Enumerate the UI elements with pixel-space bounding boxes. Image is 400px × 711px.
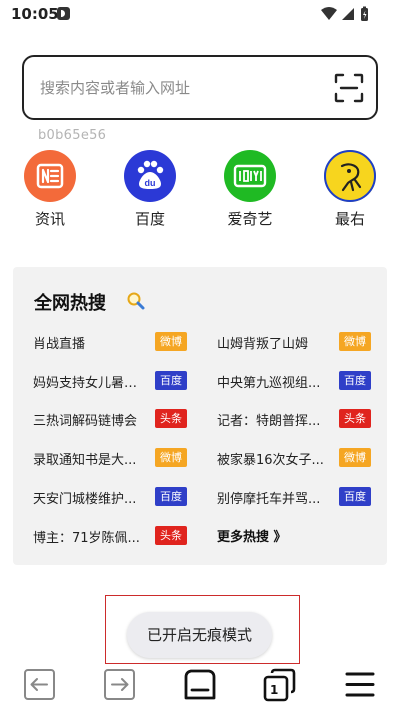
status-bar: 10:05 <box>0 0 400 30</box>
hot-item-text: 三热词解码链博会 <box>33 414 138 429</box>
tabs-icon <box>263 668 296 702</box>
notification-icon <box>57 7 70 20</box>
hot-item-text: 肖战直播 <box>33 337 86 352</box>
shortcut-news[interactable]: 资讯 <box>15 150 85 230</box>
shortcut-label: 爱奇艺 <box>227 210 273 228</box>
news-icon <box>24 150 76 202</box>
shortcut-baidu[interactable]: du 百度 <box>115 150 185 230</box>
hot-item-text: 天安门城楼维护... <box>33 492 137 507</box>
status-indicators <box>320 6 370 22</box>
hot-item[interactable]: 博主：71岁陈佩... 头条 <box>33 525 203 547</box>
tabs-button[interactable] <box>260 664 300 704</box>
user-id: b0b65e56 <box>38 128 107 143</box>
hot-item[interactable]: 三热词解码链博会 头条 <box>33 408 203 430</box>
status-time: 10:05 <box>11 5 59 23</box>
hot-item-text: 被家暴16次女子... <box>217 453 324 468</box>
toutiao-tag: 头条 <box>155 409 187 428</box>
hot-item[interactable]: 录取通知书是大... 微博 <box>33 447 203 469</box>
iqiyi-icon <box>224 150 276 202</box>
shortcut-label: 最右 <box>334 210 365 228</box>
toutiao-tag: 头条 <box>339 409 371 428</box>
shortcut-label: 百度 <box>134 210 165 228</box>
zuiyou-icon <box>324 150 376 202</box>
magnifier-icon <box>127 292 145 310</box>
baidu-tag: 百度 <box>339 371 371 390</box>
hot-search-card: 全网热搜 肖战直播 微博 山姆背叛了山姆 微博 妈妈支持女儿暑假... 百度 中… <box>13 267 387 565</box>
bottom-nav: 1 <box>0 662 400 711</box>
back-arrow-icon <box>24 669 55 700</box>
tab-count: 1 <box>270 683 279 697</box>
weibo-tag: 微博 <box>155 332 187 351</box>
forward-button[interactable] <box>100 664 140 704</box>
cellular-signal-icon <box>342 8 354 20</box>
shortcut-iqiyi[interactable]: 爱奇艺 <box>215 150 285 230</box>
toutiao-tag: 头条 <box>155 526 187 545</box>
incognito-toast: 已开启无痕模式 <box>127 612 272 658</box>
hot-item-text: 录取通知书是大... <box>33 453 137 468</box>
home-button[interactable] <box>180 664 220 704</box>
hot-item[interactable]: 被家暴16次女子... 微博 <box>217 447 387 469</box>
hot-item[interactable]: 妈妈支持女儿暑假... 百度 <box>33 370 203 392</box>
baidu-tag: 百度 <box>339 487 371 506</box>
hot-item-text: 记者：特朗普挥... <box>217 414 321 429</box>
hot-item[interactable]: 记者：特朗普挥... 头条 <box>217 408 387 430</box>
shortcut-label: 资讯 <box>34 210 65 228</box>
hot-item[interactable]: 肖战直播 微博 <box>33 331 203 353</box>
back-button[interactable] <box>20 664 60 704</box>
weibo-tag: 微博 <box>339 448 371 467</box>
hot-item-text: 别停摩托车并骂... <box>217 492 321 507</box>
hot-item-text: 山姆背叛了山姆 <box>217 337 309 352</box>
weibo-tag: 微博 <box>339 332 371 351</box>
hot-search-title: 全网热搜 <box>34 293 106 314</box>
hot-item-text: 中央第九巡视组... <box>217 376 321 391</box>
hot-item-text: 妈妈支持女儿暑假... <box>33 376 145 391</box>
more-hot-search-link[interactable]: 更多热搜 》 <box>217 526 287 545</box>
search-input[interactable] <box>40 76 310 100</box>
baidu-tag: 百度 <box>155 371 187 390</box>
scan-icon[interactable] <box>334 73 364 103</box>
forward-arrow-icon <box>104 669 135 700</box>
baidu-paw-icon: du <box>124 150 176 202</box>
home-icon <box>184 669 216 700</box>
menu-button[interactable] <box>340 664 380 704</box>
hot-item[interactable]: 天安门城楼维护... 百度 <box>33 486 203 508</box>
search-bar <box>22 55 378 120</box>
svg-text:du: du <box>145 178 156 188</box>
wifi-icon <box>321 7 337 20</box>
shortcut-zuiyou[interactable]: 最右 <box>315 150 385 230</box>
hot-item[interactable]: 别停摩托车并骂... 百度 <box>217 486 387 508</box>
menu-icon <box>345 672 375 697</box>
baidu-tag: 百度 <box>155 487 187 506</box>
hot-item[interactable]: 山姆背叛了山姆 微博 <box>217 331 387 353</box>
hot-item-text: 博主：71岁陈佩... <box>33 531 140 546</box>
weibo-tag: 微博 <box>155 448 187 467</box>
battery-icon <box>361 6 368 21</box>
hot-item[interactable]: 中央第九巡视组... 百度 <box>217 370 387 392</box>
